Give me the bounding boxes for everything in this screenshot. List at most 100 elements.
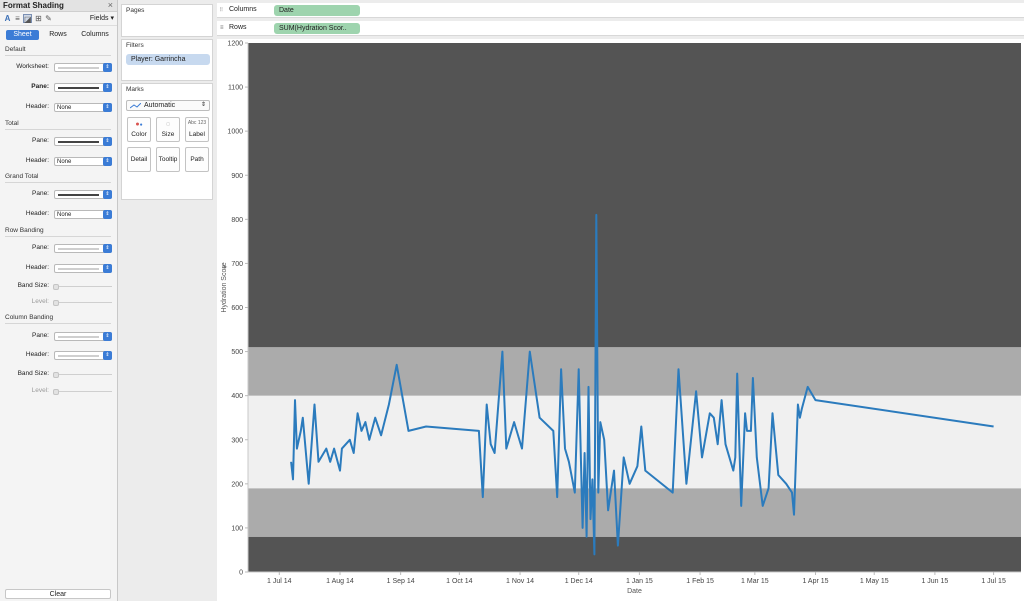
header-value: None [57, 105, 72, 111]
chevron-down-icon: ⇕ [103, 157, 112, 166]
row-banding-header-dropdown[interactable]: ⇕ [54, 264, 112, 273]
color-mark-button[interactable]: ●● Color [127, 117, 151, 142]
x-tick-label: 1 May 15 [860, 578, 889, 585]
default-header-dropdown[interactable]: None ⇕ [54, 103, 112, 112]
fields-label: Fields [89, 15, 109, 22]
tab-columns[interactable]: Columns [76, 30, 114, 40]
row-band-size-slider[interactable] [53, 284, 112, 290]
close-icon[interactable]: × [108, 0, 113, 10]
borders-format-icon[interactable]: ⊞ [34, 14, 43, 23]
worksheet-label: Worksheet: [16, 63, 49, 70]
color-swatch [58, 141, 99, 143]
x-tick-label: 1 Sep 14 [387, 578, 415, 585]
section-grand-total: Grand Total [5, 173, 113, 183]
pane-label: Pane: [32, 332, 49, 339]
tab-rows[interactable]: Rows [43, 30, 73, 40]
path-mark-button[interactable]: Path [185, 147, 209, 172]
y-tick-label: 1000 [227, 129, 243, 136]
x-tick-label: 1 Feb 15 [686, 578, 714, 585]
y-tick-label: 1100 [228, 85, 243, 92]
label-mark-label: Label [189, 131, 205, 138]
y-tick-label: 900 [231, 173, 243, 180]
font-format-icon[interactable]: A [3, 14, 12, 23]
chevron-down-icon: ⇕ [103, 210, 112, 219]
alignment-format-icon[interactable]: ≡ [13, 14, 22, 23]
column-banding-header-dropdown[interactable]: ⇕ [54, 351, 112, 360]
worksheet-shading-dropdown[interactable]: ⇕ [54, 63, 112, 72]
size-mark-label: Size [161, 131, 175, 138]
lines-format-icon[interactable]: ✎ [44, 14, 53, 23]
y-tick-label: 100 [231, 525, 243, 532]
pane-label: Pane: [32, 190, 49, 197]
pages-card[interactable]: Pages [121, 4, 213, 37]
y-tick-label: 600 [231, 305, 243, 312]
filter-pill-player[interactable]: Player: Garrincha [126, 54, 210, 65]
band-size-label: Band Size: [17, 282, 49, 289]
clear-button[interactable]: Clear [5, 589, 111, 599]
detail-mark-button[interactable]: Detail [127, 147, 151, 172]
color-swatch [58, 336, 99, 338]
color-swatch [58, 67, 99, 69]
x-tick-label: 1 Jul 15 [981, 578, 1006, 585]
rows-pill-hydration-score[interactable]: SUM(Hydration Scor.. [274, 23, 360, 34]
grand-total-header-dropdown[interactable]: None ⇕ [54, 210, 112, 219]
rows-shelf-label: Rows [229, 24, 247, 31]
pages-card-title: Pages [126, 7, 145, 14]
x-tick-label: 1 Mar 15 [741, 578, 769, 585]
grand-total-pane-dropdown[interactable]: ⇕ [54, 190, 112, 199]
format-type-toolbar: A ≡ ◪ ⊞ ✎ Fields ▾ [0, 12, 117, 26]
tab-sheet[interactable]: Sheet [6, 30, 39, 40]
label-mark-button[interactable]: Abc 123 Label [185, 117, 209, 142]
x-tick-label: 1 Aug 14 [326, 578, 354, 585]
columns-icon: ⦙⦙ [220, 7, 223, 13]
format-panel-titlebar: Format Shading × [0, 0, 117, 12]
x-tick-label: 1 Jan 15 [626, 578, 653, 585]
mark-type-value: Automatic [144, 102, 176, 109]
chevron-down-icon: ⇕ [103, 63, 112, 72]
chevron-down-icon: ⇕ [103, 244, 112, 253]
chevron-down-icon: ⇕ [103, 332, 112, 341]
chevron-down-icon: ⇕ [103, 264, 112, 273]
color-swatch [58, 268, 99, 270]
filters-card-title: Filters [126, 42, 144, 49]
pane-label: Pane: [32, 244, 49, 251]
fields-dropdown[interactable]: Fields ▾ [90, 14, 114, 22]
x-tick-label: 1 Dec 14 [565, 578, 593, 585]
chevron-down-icon: ⇕ [103, 190, 112, 199]
total-header-dropdown[interactable]: None ⇕ [54, 157, 112, 166]
color-swatch [58, 248, 99, 250]
columns-pill-date[interactable]: Date [274, 5, 360, 16]
header-label: Header: [25, 103, 49, 110]
shading-band-1 [248, 488, 1021, 537]
column-band-size-slider[interactable] [53, 372, 112, 378]
format-tabs: Sheet Rows Columns [6, 30, 113, 40]
color-swatch [58, 355, 99, 357]
default-pane-dropdown[interactable]: ⇕ [54, 83, 112, 92]
color-mark-label: Color [131, 131, 147, 138]
y-tick-label: 300 [231, 437, 243, 444]
detail-mark-label: Detail [130, 156, 148, 163]
chevron-updown-icon: ⇕ [200, 102, 206, 108]
columns-shelf[interactable]: ⦙⦙ Columns Date [217, 3, 1024, 18]
mark-type-dropdown[interactable]: Automatic ⇕ [126, 100, 210, 111]
shading-band-0 [248, 536, 1021, 572]
column-level-slider[interactable] [53, 389, 112, 395]
row-banding-pane-dropdown[interactable]: ⇕ [54, 244, 112, 253]
header-value: None [57, 159, 72, 165]
x-tick-label: 1 Jun 15 [921, 578, 948, 585]
y-tick-label: 700 [231, 261, 243, 268]
size-mark-button[interactable]: ◌ Size [156, 117, 180, 142]
format-shading-panel: Format Shading × A ≡ ◪ ⊞ ✎ Fields ▾ Shee… [0, 0, 118, 601]
shading-format-icon[interactable]: ◪ [23, 14, 32, 24]
tooltip-mark-button[interactable]: Tooltip [156, 147, 180, 172]
chevron-down-icon: ⇕ [103, 137, 112, 146]
chevron-down-icon: ⇕ [103, 83, 112, 92]
column-banding-pane-dropdown[interactable]: ⇕ [54, 332, 112, 341]
total-pane-dropdown[interactable]: ⇕ [54, 137, 112, 146]
rows-shelf[interactable]: ≡ Rows SUM(Hydration Scor.. [217, 21, 1024, 36]
columns-shelf-label: Columns [229, 6, 257, 13]
row-level-slider[interactable] [53, 300, 112, 306]
x-tick-label: 1 Nov 14 [506, 578, 534, 585]
chevron-down-icon: ⇕ [103, 103, 112, 112]
header-label: Header: [25, 157, 49, 164]
